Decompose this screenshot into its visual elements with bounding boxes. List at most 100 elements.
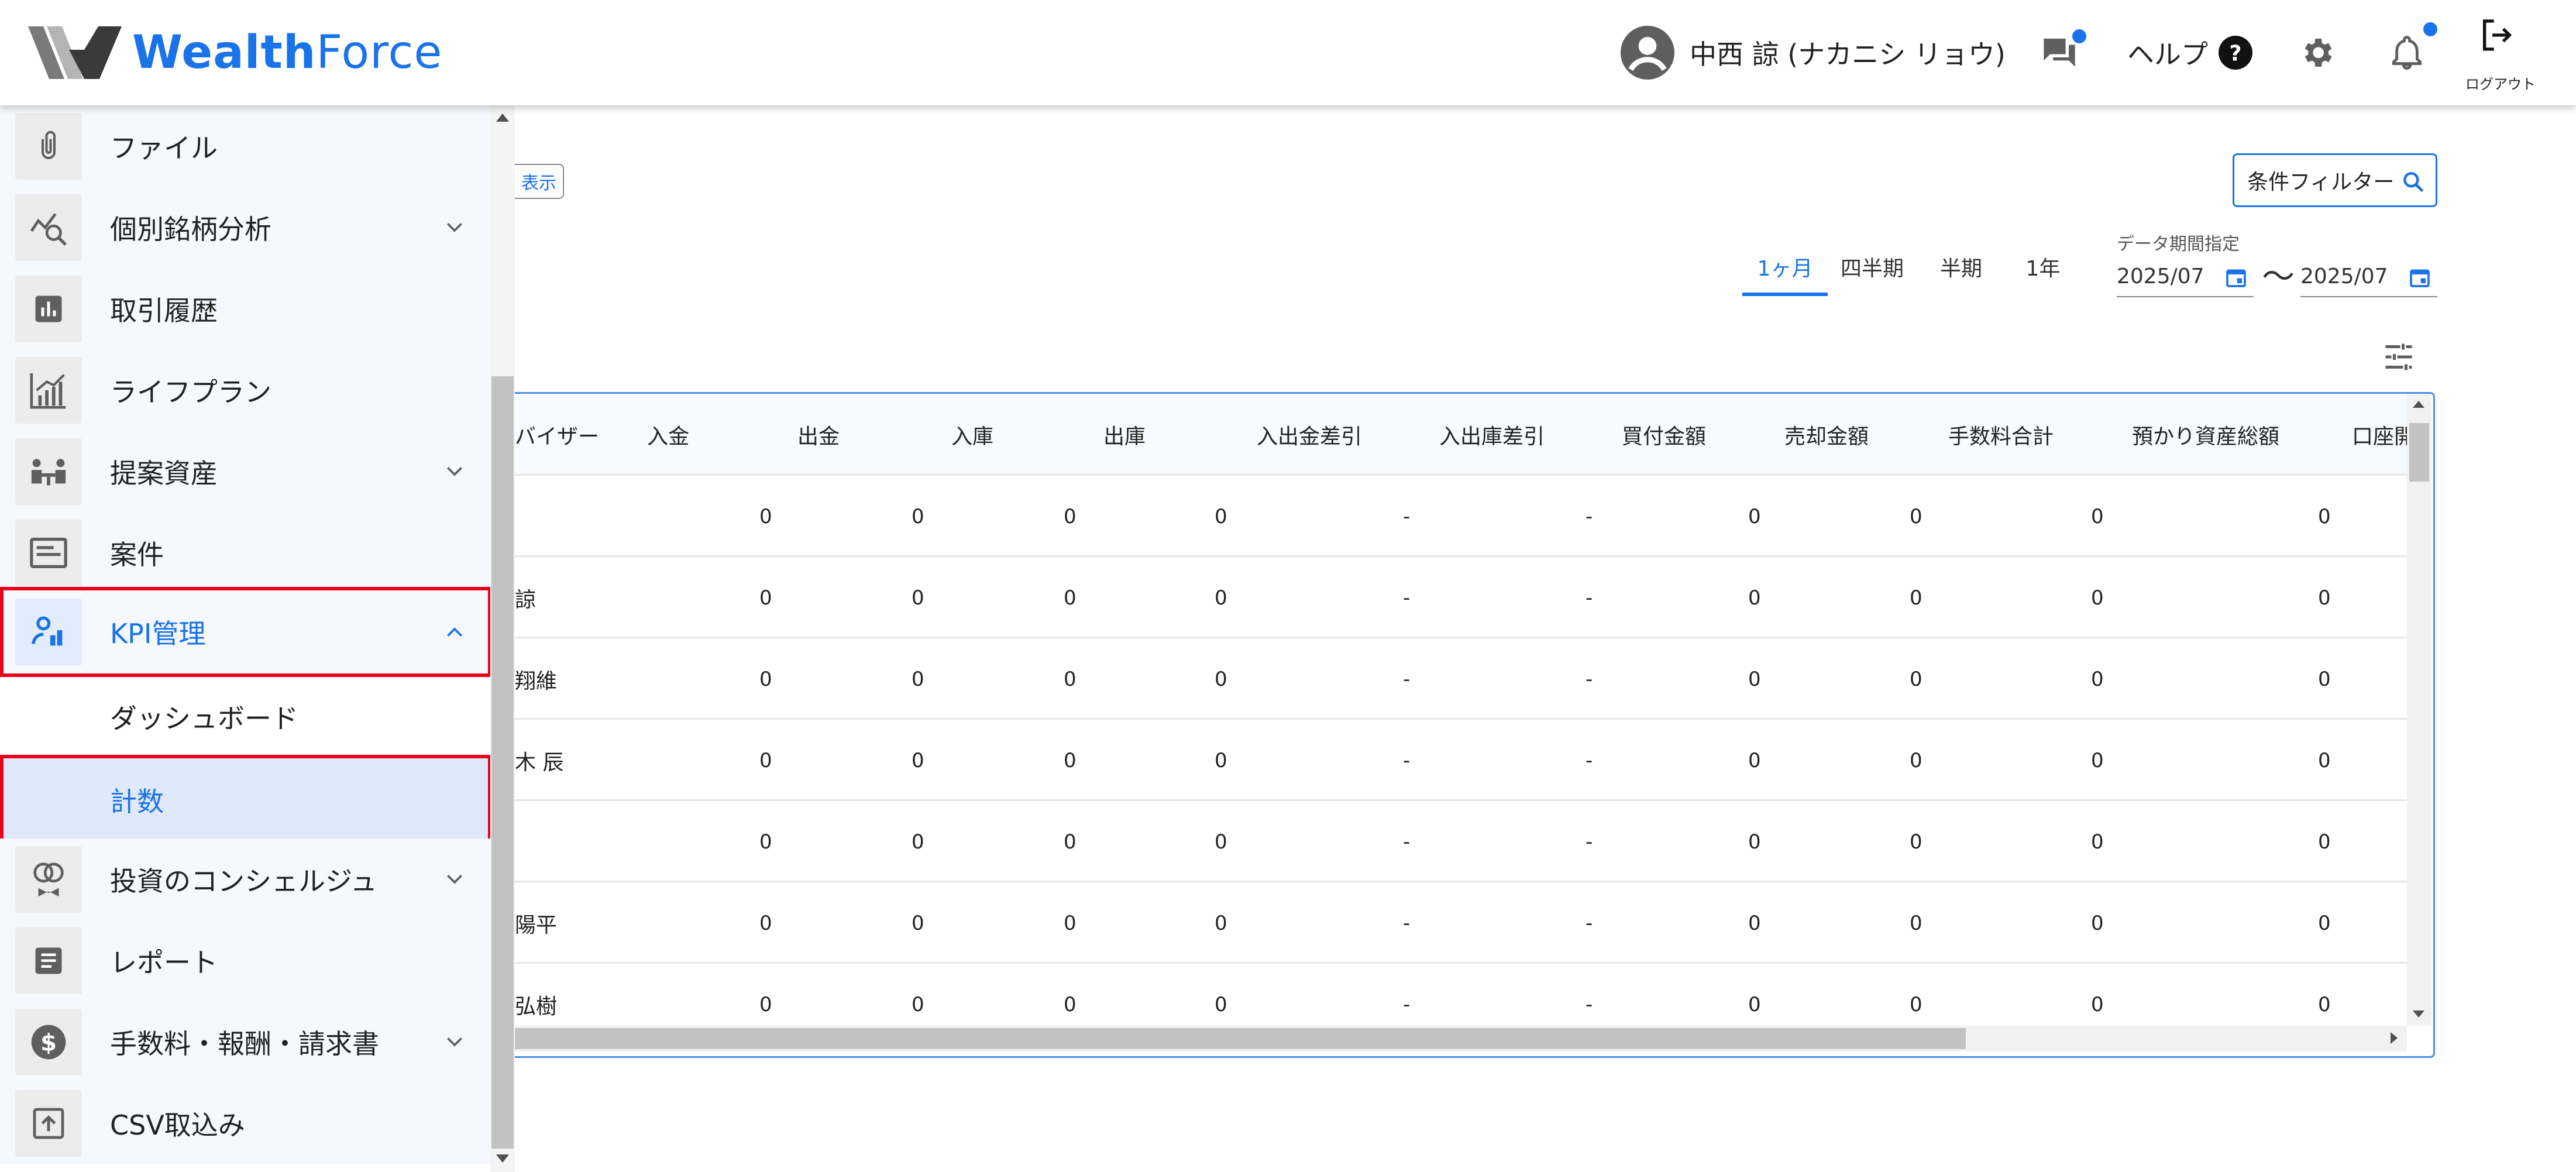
date-from-field[interactable]: 2025/07 bbox=[2117, 256, 2254, 297]
advisor-name-cell: 諒 bbox=[515, 587, 536, 612]
column-header[interactable]: 入庫 bbox=[951, 394, 993, 476]
table-cell: - bbox=[1586, 911, 1593, 935]
column-header[interactable]: 出庫 bbox=[1103, 394, 1146, 476]
sidebar-scrollbar[interactable] bbox=[490, 105, 515, 1172]
help-button[interactable]: ヘルプ ? bbox=[2127, 0, 2252, 105]
column-header[interactable]: 入出庫差引 bbox=[1439, 394, 1545, 476]
table-cell: 0 bbox=[1215, 830, 1227, 854]
sidebar-item-report[interactable]: レポート bbox=[0, 920, 491, 1001]
sidebar-item-fees[interactable]: $ 手数料・報酬・請求書 bbox=[0, 1001, 491, 1082]
kpi-table: バイザー 入金 出金 入庫 出庫 入出金差引 入出庫差引 買付金額 売却金額 手… bbox=[515, 392, 2435, 1058]
table-cell: 0 bbox=[1064, 586, 1077, 610]
scrollbar-thumb[interactable] bbox=[515, 1028, 1966, 1049]
column-header[interactable]: 口座開 bbox=[2352, 394, 2415, 476]
table-cell: 0 bbox=[912, 586, 924, 610]
table-row[interactable]: 陽平 0 0 0 0 - - 0 0 0 0 bbox=[515, 882, 2407, 964]
table-cell: 0 bbox=[1064, 830, 1077, 854]
kpi-icon bbox=[32, 616, 63, 646]
calendar-icon[interactable] bbox=[2408, 266, 2431, 289]
search-icon bbox=[2403, 172, 2424, 193]
table-row[interactable]: 0 0 0 0 - - 0 0 0 0 bbox=[515, 801, 2407, 882]
tab-half-year[interactable]: 半期 bbox=[1931, 252, 1992, 287]
logout-button[interactable] bbox=[2478, 0, 2516, 70]
table-cell: 0 bbox=[759, 830, 772, 854]
scroll-right-arrow-icon[interactable] bbox=[2391, 1032, 2398, 1044]
upload-icon bbox=[33, 1108, 64, 1139]
scroll-down-arrow-icon[interactable] bbox=[496, 1154, 509, 1163]
scroll-up-arrow-icon[interactable] bbox=[496, 114, 509, 122]
column-header[interactable]: 預かり資産総額 bbox=[2132, 394, 2279, 476]
table-cell: 0 bbox=[1215, 748, 1227, 772]
sidebar-item-trade-history[interactable]: 取引履歴 bbox=[0, 268, 491, 349]
tab-1-year[interactable]: 1年 bbox=[2017, 252, 2069, 287]
table-cell: 0 bbox=[1910, 911, 1922, 935]
dollar-icon: $ bbox=[31, 1025, 66, 1059]
tab-1-month[interactable]: 1ヶ月 bbox=[1742, 252, 1828, 287]
scrollbar-thumb[interactable] bbox=[2409, 423, 2429, 482]
table-cell: 0 bbox=[2091, 504, 2104, 528]
chevron-down-icon bbox=[447, 1037, 462, 1047]
column-header[interactable]: 入出金差引 bbox=[1257, 394, 1362, 476]
column-header[interactable]: 手数料合計 bbox=[1948, 394, 2054, 476]
table-cell: - bbox=[1586, 667, 1593, 691]
table-row[interactable]: 木 辰 0 0 0 0 - - 0 0 0 0 bbox=[515, 720, 2407, 801]
scrollbar-thumb[interactable] bbox=[491, 376, 514, 1149]
column-header[interactable]: 出金 bbox=[797, 394, 840, 476]
table-vertical-scrollbar[interactable] bbox=[2407, 394, 2431, 1026]
sidebar-item-file[interactable]: ファイル bbox=[0, 105, 491, 187]
sidebar-item-life-plan[interactable]: ライフプラン bbox=[0, 349, 491, 431]
table-cell: 0 bbox=[2318, 504, 2331, 528]
column-settings-button[interactable] bbox=[2381, 339, 2416, 377]
table-row[interactable]: 諒 0 0 0 0 - - 0 0 0 0 bbox=[515, 557, 2407, 638]
table-cell: 0 bbox=[1910, 504, 1922, 528]
wealthforce-logo[interactable]: WealthForce bbox=[28, 23, 442, 82]
table-row[interactable]: 0 0 0 0 - - 0 0 0 0 bbox=[515, 476, 2407, 557]
user-menu[interactable]: 中西 諒 (ナカニシ リョウ) bbox=[1621, 0, 2006, 105]
column-header[interactable]: バイザー bbox=[515, 394, 599, 476]
svg-text:?: ? bbox=[2229, 40, 2241, 66]
scroll-down-arrow-icon[interactable] bbox=[2413, 1011, 2424, 1018]
table-cell: 0 bbox=[1748, 911, 1761, 935]
chevron-up-icon bbox=[447, 627, 462, 637]
sidebar-item-csv-import[interactable]: CSV取込み bbox=[0, 1082, 491, 1164]
sidebar-item-stock-analysis[interactable]: 個別銘柄分析 bbox=[0, 187, 491, 268]
tab-quarter[interactable]: 四半期 bbox=[1836, 252, 1908, 287]
date-to-field[interactable]: 2025/07 bbox=[2300, 256, 2437, 297]
advisor-name-cell: 陽平 bbox=[515, 913, 558, 937]
column-header[interactable]: 売却金額 bbox=[1784, 394, 1869, 476]
table-cell: 0 bbox=[1910, 830, 1922, 854]
table-cell: 0 bbox=[1064, 667, 1077, 691]
sidebar-item-label: ファイル bbox=[110, 132, 218, 164]
table-horizontal-scrollbar[interactable] bbox=[515, 1026, 2407, 1051]
calendar-icon[interactable] bbox=[2224, 266, 2248, 289]
sidebar-item-label: 個別銘柄分析 bbox=[110, 213, 271, 245]
display-button[interactable]: 表示 bbox=[515, 164, 564, 199]
sidebar-item-cases[interactable]: 案件 bbox=[0, 512, 491, 593]
chat-button[interactable] bbox=[2041, 0, 2086, 105]
table-cell: 0 bbox=[2318, 911, 2331, 935]
advisor-name-cell: 翔維 bbox=[515, 669, 558, 693]
svg-text:$: $ bbox=[40, 1029, 57, 1056]
table-row[interactable]: 翔維 0 0 0 0 - - 0 0 0 0 bbox=[515, 638, 2407, 720]
table-cell: 0 bbox=[1748, 667, 1761, 691]
sidebar-subitem-counts[interactable]: 計数 bbox=[0, 755, 491, 845]
column-header[interactable]: 買付金額 bbox=[1622, 394, 1706, 476]
table-cell: 0 bbox=[1064, 504, 1077, 528]
sidebar-item-concierge[interactable]: 投資のコンシェルジュ bbox=[0, 838, 491, 920]
column-header[interactable]: 入金 bbox=[647, 394, 689, 476]
table-cell: - bbox=[1403, 830, 1411, 854]
scroll-up-arrow-icon[interactable] bbox=[2413, 401, 2424, 408]
sidebar-item-label: CSV取込み bbox=[110, 1109, 245, 1141]
paperclip-icon bbox=[42, 130, 56, 159]
table-cell: 0 bbox=[1748, 586, 1761, 610]
sidebar-item-kpi[interactable]: KPI管理 bbox=[0, 587, 491, 677]
sidebar-item-proposal-assets[interactable]: 提案資産 bbox=[0, 431, 491, 512]
sidebar-subitem-dashboard[interactable]: ダッシュボード bbox=[0, 676, 491, 757]
settings-button[interactable] bbox=[2298, 0, 2336, 105]
table-cell: 0 bbox=[1215, 911, 1227, 935]
table-cell: 0 bbox=[1748, 748, 1761, 772]
table-cell: - bbox=[1586, 586, 1593, 610]
notifications-button[interactable] bbox=[2388, 0, 2437, 105]
condition-filter-button[interactable]: 条件フィルター bbox=[2233, 153, 2437, 207]
table-cell: 0 bbox=[759, 911, 772, 935]
